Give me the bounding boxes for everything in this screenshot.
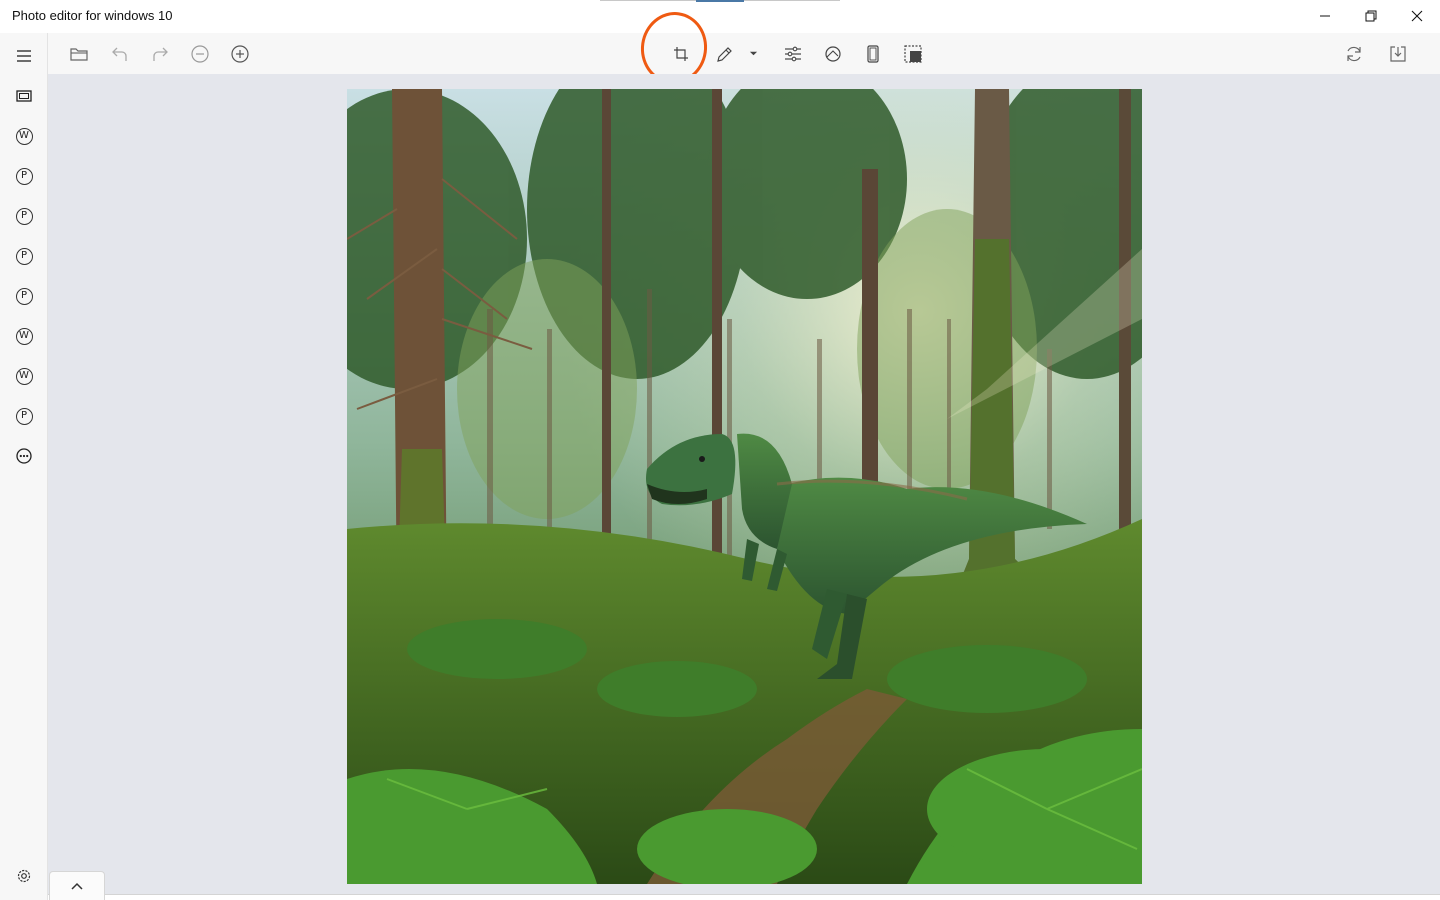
close-icon — [1411, 10, 1423, 22]
p-circle-icon: P — [15, 287, 33, 305]
p-circle-icon: P — [15, 207, 33, 225]
sidebar-item-p-4[interactable]: P — [4, 278, 44, 314]
settings-icon — [17, 869, 31, 883]
w-circle-icon: W — [15, 327, 33, 345]
refresh-button[interactable] — [1338, 33, 1370, 74]
refresh-icon — [1347, 46, 1361, 61]
sidebar-item-p-3[interactable]: P — [4, 238, 44, 274]
sidebar-item-gallery[interactable] — [4, 78, 44, 114]
selection-button[interactable] — [897, 33, 929, 74]
pencil-icon — [717, 46, 732, 62]
redo-icon — [153, 47, 168, 61]
selection-icon — [904, 44, 922, 63]
zoom-in-icon — [231, 44, 249, 63]
p-circle-icon: P — [15, 247, 33, 265]
sidebar-item-p-5[interactable]: P — [4, 398, 44, 434]
save-button[interactable] — [1382, 33, 1414, 74]
adjustments-icon — [785, 46, 801, 61]
zoom-out-icon — [191, 44, 209, 63]
redo-button[interactable] — [144, 33, 176, 74]
draw-button[interactable] — [709, 33, 741, 74]
undo-button[interactable] — [104, 33, 136, 74]
bottom-panel-toggle[interactable] — [49, 871, 105, 900]
restore-icon — [1365, 10, 1377, 22]
effects-button[interactable] — [817, 33, 849, 74]
sidebar-item-w-3[interactable]: W — [4, 358, 44, 394]
undo-icon — [112, 47, 127, 61]
image-canvas[interactable] — [48, 74, 1440, 894]
sidebar-item-w-1[interactable]: W — [4, 118, 44, 154]
menu-icon — [17, 50, 31, 62]
crop-rotate-button[interactable] — [665, 33, 697, 74]
settings-button[interactable] — [4, 858, 44, 894]
chevron-up-icon — [71, 882, 83, 890]
forest-dinosaur-photo[interactable] — [347, 89, 1142, 884]
eraser-icon — [825, 45, 841, 62]
folder-open-icon — [70, 47, 88, 61]
adjust-button[interactable] — [777, 33, 809, 74]
sidebar-item-p-2[interactable]: P — [4, 198, 44, 234]
p-circle-icon: P — [15, 407, 33, 425]
toolbar — [48, 33, 1440, 74]
title-bar: Photo editor for windows 10 — [0, 0, 1440, 32]
bottom-divider — [48, 894, 1440, 895]
sidebar-item-w-2[interactable]: W — [4, 318, 44, 354]
sidebar-item-more[interactable] — [4, 438, 44, 474]
frame-button[interactable] — [857, 33, 889, 74]
more-dots-icon — [16, 448, 32, 464]
restore-button[interactable] — [1348, 0, 1394, 32]
portrait-frame-icon — [867, 44, 879, 63]
film-strip-icon — [16, 90, 32, 102]
drag-region-accent — [696, 0, 744, 2]
open-button[interactable] — [63, 33, 95, 74]
draw-options-dropdown[interactable] — [746, 33, 760, 74]
menu-button[interactable] — [4, 38, 44, 74]
zoom-in-button[interactable] — [224, 33, 256, 74]
p-circle-icon: P — [15, 167, 33, 185]
w-circle-icon: W — [15, 367, 33, 385]
w-circle-icon: W — [15, 127, 33, 145]
minimize-icon — [1320, 15, 1330, 17]
crop-rotate-icon — [674, 46, 688, 61]
drag-region-right — [744, 0, 840, 1]
zoom-out-button[interactable] — [184, 33, 216, 74]
drag-region-left — [600, 0, 696, 1]
app-title: Photo editor for windows 10 — [12, 8, 173, 23]
save-download-icon — [1390, 45, 1406, 62]
sidebar-item-p-1[interactable]: P — [4, 158, 44, 194]
photo-artwork — [347, 89, 1142, 884]
sidebar: W P P P P W W P — [0, 33, 48, 900]
close-button[interactable] — [1394, 0, 1440, 32]
minimize-button[interactable] — [1302, 0, 1348, 32]
chevron-down-icon — [749, 51, 757, 56]
